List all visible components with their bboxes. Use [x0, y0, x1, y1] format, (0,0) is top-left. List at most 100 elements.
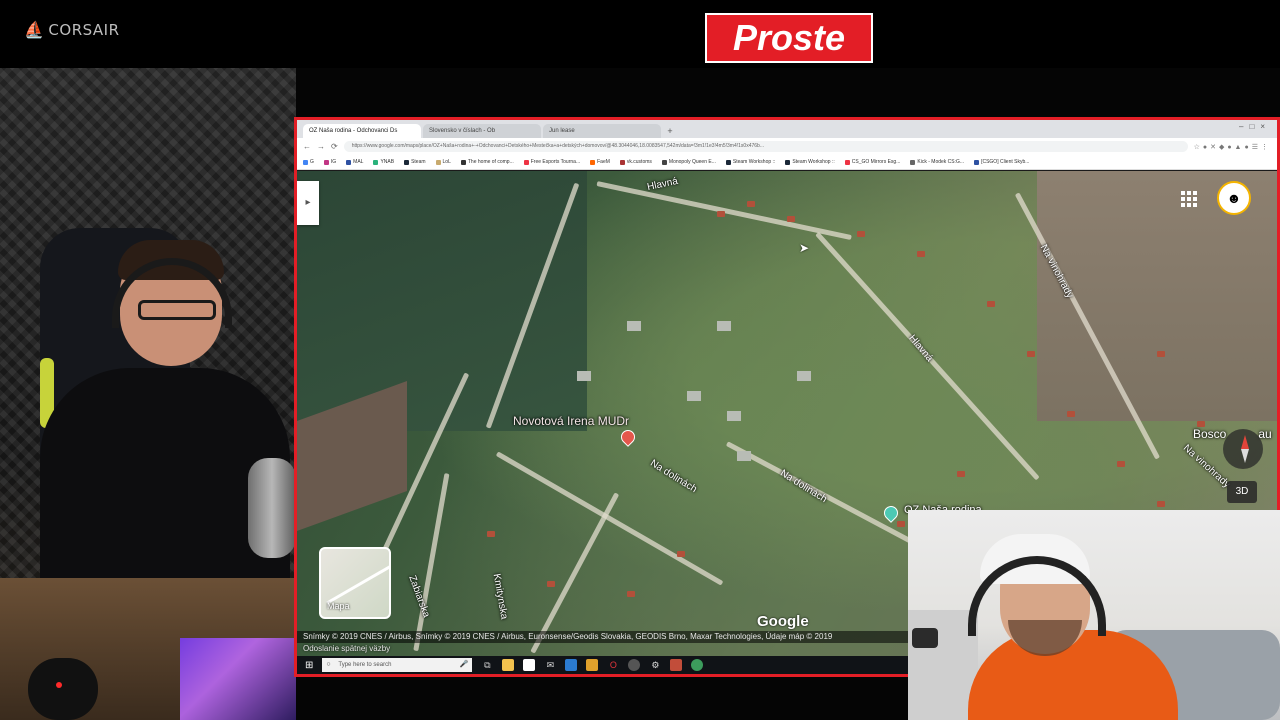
place-pin-icon[interactable] — [881, 503, 901, 523]
bookmark-item[interactable]: vk.customs — [619, 159, 652, 165]
street-label: Kmitynska — [490, 572, 510, 621]
gaming-mouse — [28, 658, 98, 720]
bookmark-item[interactable]: LoL — [435, 159, 451, 165]
building-roof — [687, 391, 701, 401]
house-roof — [1157, 501, 1165, 507]
bookmark-item[interactable]: IG — [323, 159, 336, 165]
house-roof — [917, 251, 925, 257]
mail-icon[interactable]: ✉ — [544, 659, 556, 671]
map-layer-button[interactable]: Mapa — [319, 547, 391, 619]
corsair-logo: ⛵ CORSAIR — [24, 20, 120, 39]
file-explorer-icon[interactable] — [502, 659, 515, 671]
back-icon[interactable]: ← — [303, 142, 311, 151]
app-icon[interactable] — [691, 659, 704, 671]
bookmark-item[interactable]: Steam Workshop :: — [785, 159, 835, 165]
house-roof — [547, 581, 555, 587]
layer-label: Mapa — [327, 601, 350, 611]
house-roof — [957, 471, 965, 477]
bookmark-item[interactable]: Kick - Modek CS:G... — [910, 159, 964, 165]
right-webcam — [908, 510, 1280, 720]
bookmark-item[interactable]: The home of comp... — [460, 159, 514, 165]
google-apps-icon[interactable] — [1181, 191, 1197, 207]
search-placeholder: Type here to search — [338, 662, 392, 668]
extension-icons[interactable]: ☆●✕◆●▲●☰⋮ — [1194, 143, 1271, 151]
place-label[interactable]: Novotová Irena MUDr — [513, 414, 629, 428]
task-view-icon[interactable]: ⧉ — [481, 659, 493, 671]
bookmark-item[interactable]: MAL — [346, 159, 363, 165]
app-icon[interactable] — [586, 659, 599, 671]
street-label: Na dolinách — [648, 457, 699, 496]
windows-start-icon[interactable]: ⊞ — [305, 660, 313, 671]
browser-tab[interactable]: Slovensko v číslach - Ob — [423, 124, 541, 138]
building-roof — [577, 371, 591, 381]
map-road — [413, 473, 450, 652]
microphone — [248, 458, 296, 558]
microphone — [912, 628, 938, 648]
house-roof — [1067, 411, 1075, 417]
stream-top-bar — [0, 0, 1280, 68]
left-webcam — [0, 68, 296, 720]
corsair-wordmark: CORSAIR — [48, 20, 120, 39]
house-roof — [897, 521, 905, 527]
taskbar-search-input[interactable]: ○ Type here to search 🎤 — [322, 658, 473, 672]
house-roof — [987, 301, 995, 307]
bookmark-item[interactable]: Steam — [404, 159, 426, 165]
search-icon: ○ — [326, 661, 331, 668]
browser-tab[interactable]: OZ Naša rodina - Odchovanci Ds — [303, 124, 421, 138]
building-roof — [737, 451, 751, 461]
map-road — [530, 492, 620, 654]
store-icon[interactable] — [523, 659, 536, 671]
house-roof — [1157, 351, 1165, 357]
map-field — [297, 171, 587, 431]
house-roof — [627, 591, 635, 597]
bookmark-item[interactable]: YNAB — [373, 159, 394, 165]
bookmark-item[interactable]: G — [303, 159, 314, 165]
reload-icon[interactable]: ⟳ — [331, 142, 338, 151]
browser-tab[interactable]: Jun lease — [543, 124, 661, 138]
vscode-icon[interactable] — [565, 659, 578, 671]
mouse-led — [56, 682, 62, 688]
compass-needle — [1241, 435, 1249, 449]
bookmark-item[interactable]: [CSGO] Client Skyb... — [974, 159, 1029, 165]
mouse-cursor-icon: ➤ — [799, 241, 810, 255]
rgb-keyboard — [180, 638, 296, 720]
google-logo: Google — [757, 613, 809, 630]
layer-preview-road — [326, 556, 389, 605]
street-label: Na dolinách — [778, 467, 829, 506]
house-roof — [717, 211, 725, 217]
house-roof — [487, 531, 495, 537]
house-roof — [787, 216, 795, 222]
3d-toggle-button[interactable]: 3D — [1227, 481, 1257, 503]
corsair-sails-icon: ⛵ — [24, 20, 45, 39]
feedback-link[interactable]: Odoslanie spätnej väzby — [297, 643, 603, 655]
account-avatar[interactable]: ☻ — [1217, 181, 1251, 215]
app-icon[interactable] — [670, 659, 683, 671]
address-bar-row: ← → ⟳ https://www.google.com/maps/place/… — [297, 138, 1277, 155]
new-tab-icon[interactable]: + — [663, 124, 677, 138]
house-roof — [677, 551, 685, 557]
opera-icon[interactable]: O — [607, 659, 619, 671]
street-label: Hlavná — [646, 175, 679, 194]
compass-needle — [1241, 449, 1249, 463]
building-roof — [717, 321, 731, 331]
url-field[interactable]: https://www.google.com/maps/place/OZ+Naš… — [343, 141, 1188, 152]
house-roof — [857, 231, 865, 237]
house-roof — [1117, 461, 1125, 467]
bookmark-item[interactable]: Steam Workshop :: — [725, 159, 775, 165]
bookmark-item[interactable]: FaeM — [590, 159, 610, 165]
window-controls[interactable]: –□× — [1239, 122, 1271, 131]
building-roof — [797, 371, 811, 381]
expand-sidebar-icon[interactable]: ▸ — [297, 181, 319, 225]
street-label: Hlavná — [906, 333, 935, 364]
chrome-icon[interactable] — [628, 659, 641, 671]
forward-icon[interactable]: → — [317, 142, 325, 151]
microphone-icon[interactable]: 🎤 — [460, 658, 469, 672]
bookmark-item[interactable]: Free Esports Tourna... — [523, 159, 580, 165]
bookmark-item[interactable]: Monopoly Queen E... — [661, 159, 716, 165]
browser-tab-bar: OZ Naša rodina - Odchovanci Ds Slovensko… — [297, 120, 1277, 138]
settings-icon[interactable]: ⚙ — [649, 659, 661, 671]
proste-logo: Proste — [705, 13, 873, 63]
building-roof — [627, 321, 641, 331]
bookmark-item[interactable]: CS_GO Mirrors Esg... — [844, 159, 900, 165]
place-pin-icon[interactable] — [618, 427, 638, 447]
